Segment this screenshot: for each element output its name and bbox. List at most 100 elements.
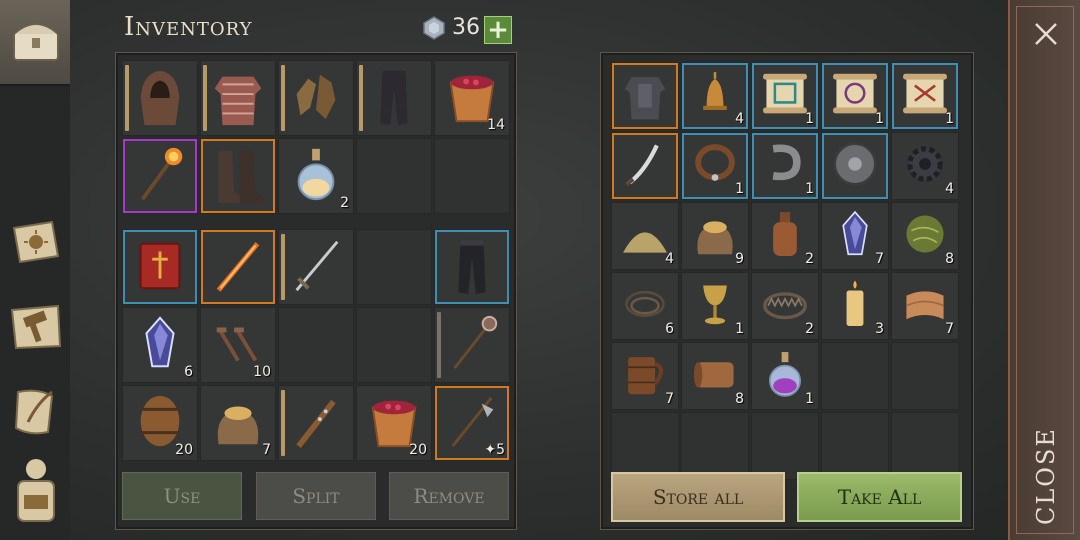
leather-gloves-icon: [279, 67, 353, 125]
item-slot-flaming-mace[interactable]: [122, 138, 198, 214]
item-slot-scroll-red[interactable]: 1: [891, 62, 959, 130]
item-slot-halberd[interactable]: ✦5: [434, 385, 510, 461]
take-all-button[interactable]: Take All: [797, 472, 962, 522]
item-slot-gear-part[interactable]: 4: [891, 132, 959, 200]
item-slot-dark-pants[interactable]: [434, 229, 510, 305]
item-count: 8: [945, 251, 954, 267]
item-slot-sack-of-grain[interactable]: 9: [681, 202, 749, 270]
item-count: 4: [665, 251, 674, 267]
item-count: 3: [875, 321, 884, 337]
spiked-club-icon: [279, 392, 353, 450]
empty-slot[interactable]: [278, 307, 354, 383]
spiked-mace-icon: [435, 314, 509, 372]
item-slot-chainmail-shirt[interactable]: [200, 60, 276, 136]
item-slot-scroll-teal[interactable]: 1: [751, 62, 819, 130]
empty-slot[interactable]: [821, 342, 889, 410]
item-slot-bucket-of-berries[interactable]: 20: [356, 385, 432, 461]
inventory-grid-top: 14 2: [122, 60, 510, 214]
close-panel[interactable]: CLOSE: [1008, 0, 1080, 540]
sun-scroll-icon[interactable]: [8, 214, 64, 270]
item-count: 1: [805, 111, 814, 127]
item-slot-round-shield[interactable]: [821, 132, 889, 200]
split-button[interactable]: Split: [256, 472, 376, 520]
sidebar-tab-inventory[interactable]: [0, 0, 70, 86]
item-count: 6: [665, 321, 674, 337]
remove-button[interactable]: Remove: [389, 472, 509, 520]
item-count: 10: [253, 364, 271, 380]
item-slot-goblet[interactable]: 1: [681, 272, 749, 340]
item-slot-spiked-mace[interactable]: [434, 307, 510, 383]
empty-slot[interactable]: [356, 229, 432, 305]
add-currency-button[interactable]: +: [484, 16, 512, 44]
close-label[interactable]: CLOSE: [1020, 427, 1072, 525]
item-slot-iron-bracket[interactable]: 1: [751, 132, 819, 200]
empty-slot[interactable]: [751, 412, 819, 480]
item-slot-candle[interactable]: 3: [821, 272, 889, 340]
item-slot-purple-potion[interactable]: 1: [751, 342, 819, 410]
item-slot-cloth[interactable]: 7: [891, 272, 959, 340]
leather-pants-icon: [357, 67, 431, 126]
item-count: 2: [805, 321, 814, 337]
item-slot-curved-blade[interactable]: [611, 132, 679, 200]
item-count: 1: [735, 181, 744, 197]
round-shield-icon: [822, 139, 888, 189]
item-slot-crystal[interactable]: 7: [821, 202, 889, 270]
empty-slot[interactable]: [891, 412, 959, 480]
empty-slot[interactable]: [611, 412, 679, 480]
sidebar: [0, 0, 70, 540]
item-slot-red-book[interactable]: [122, 229, 198, 305]
item-count: 2: [805, 251, 814, 267]
store-all-button[interactable]: Store all: [611, 472, 785, 522]
hammer-map-icon[interactable]: [8, 298, 64, 354]
empty-slot[interactable]: [356, 307, 432, 383]
inventory-title: Inventory: [124, 12, 253, 42]
item-slot-wooden-mug[interactable]: 7: [611, 342, 679, 410]
empty-slot[interactable]: [821, 412, 889, 480]
empty-slot[interactable]: [891, 342, 959, 410]
item-slot-crystal[interactable]: 6: [122, 307, 198, 383]
leather-boots-icon: [201, 145, 275, 204]
item-count: 14: [487, 117, 505, 133]
item-count: 1: [875, 111, 884, 127]
item-slot-sand-pile[interactable]: 4: [611, 202, 679, 270]
backpack-character-icon[interactable]: [8, 459, 64, 522]
item-slot-flaming-sword[interactable]: [200, 229, 276, 305]
item-slot-sack-of-grain[interactable]: 7: [200, 385, 276, 461]
item-slot-barrel[interactable]: 20: [122, 385, 198, 461]
use-button[interactable]: Use: [122, 472, 242, 520]
item-slot-rope[interactable]: 6: [611, 272, 679, 340]
item-slot-leather-roll[interactable]: 8: [681, 342, 749, 410]
item-slot-grass-ball[interactable]: 8: [891, 202, 959, 270]
empty-slot[interactable]: [356, 138, 432, 214]
item-slot-leather-boots[interactable]: [200, 138, 276, 214]
item-count: 20: [175, 442, 193, 458]
item-slot-leather-gloves[interactable]: [278, 60, 354, 136]
item-slot-clay-bottle[interactable]: 2: [751, 202, 819, 270]
red-book-icon: [123, 236, 197, 294]
item-slot-scroll-purple[interactable]: 1: [821, 62, 889, 130]
quill-scroll-icon[interactable]: [8, 384, 64, 440]
item-slot-hood[interactable]: [122, 60, 198, 136]
item-slot-plate-armor[interactable]: [611, 62, 679, 130]
item-slot-spiked-club[interactable]: [278, 385, 354, 461]
flaming-mace-icon: [123, 145, 197, 203]
item-slot-collar[interactable]: 1: [681, 132, 749, 200]
item-slot-leather-pants[interactable]: [356, 60, 432, 136]
item-slot-nails[interactable]: 10: [200, 307, 276, 383]
item-slot-potion-flask[interactable]: 2: [278, 138, 354, 214]
item-count: 4: [945, 181, 954, 197]
plus-icon: +: [487, 15, 509, 45]
item-slot-bucket-of-berries[interactable]: 14: [434, 60, 510, 136]
close-x-icon[interactable]: [1032, 20, 1060, 48]
item-count: 7: [262, 442, 271, 458]
item-slot-steel-sword[interactable]: [278, 229, 354, 305]
hood-icon: [123, 67, 197, 126]
item-count: 20: [409, 442, 427, 458]
item-count: 1: [735, 321, 744, 337]
item-count: 7: [875, 251, 884, 267]
item-slot-bell[interactable]: 4: [681, 62, 749, 130]
empty-slot[interactable]: [681, 412, 749, 480]
item-slot-bear-trap[interactable]: 2: [751, 272, 819, 340]
item-count: 6: [184, 364, 193, 380]
empty-slot[interactable]: [434, 138, 510, 214]
